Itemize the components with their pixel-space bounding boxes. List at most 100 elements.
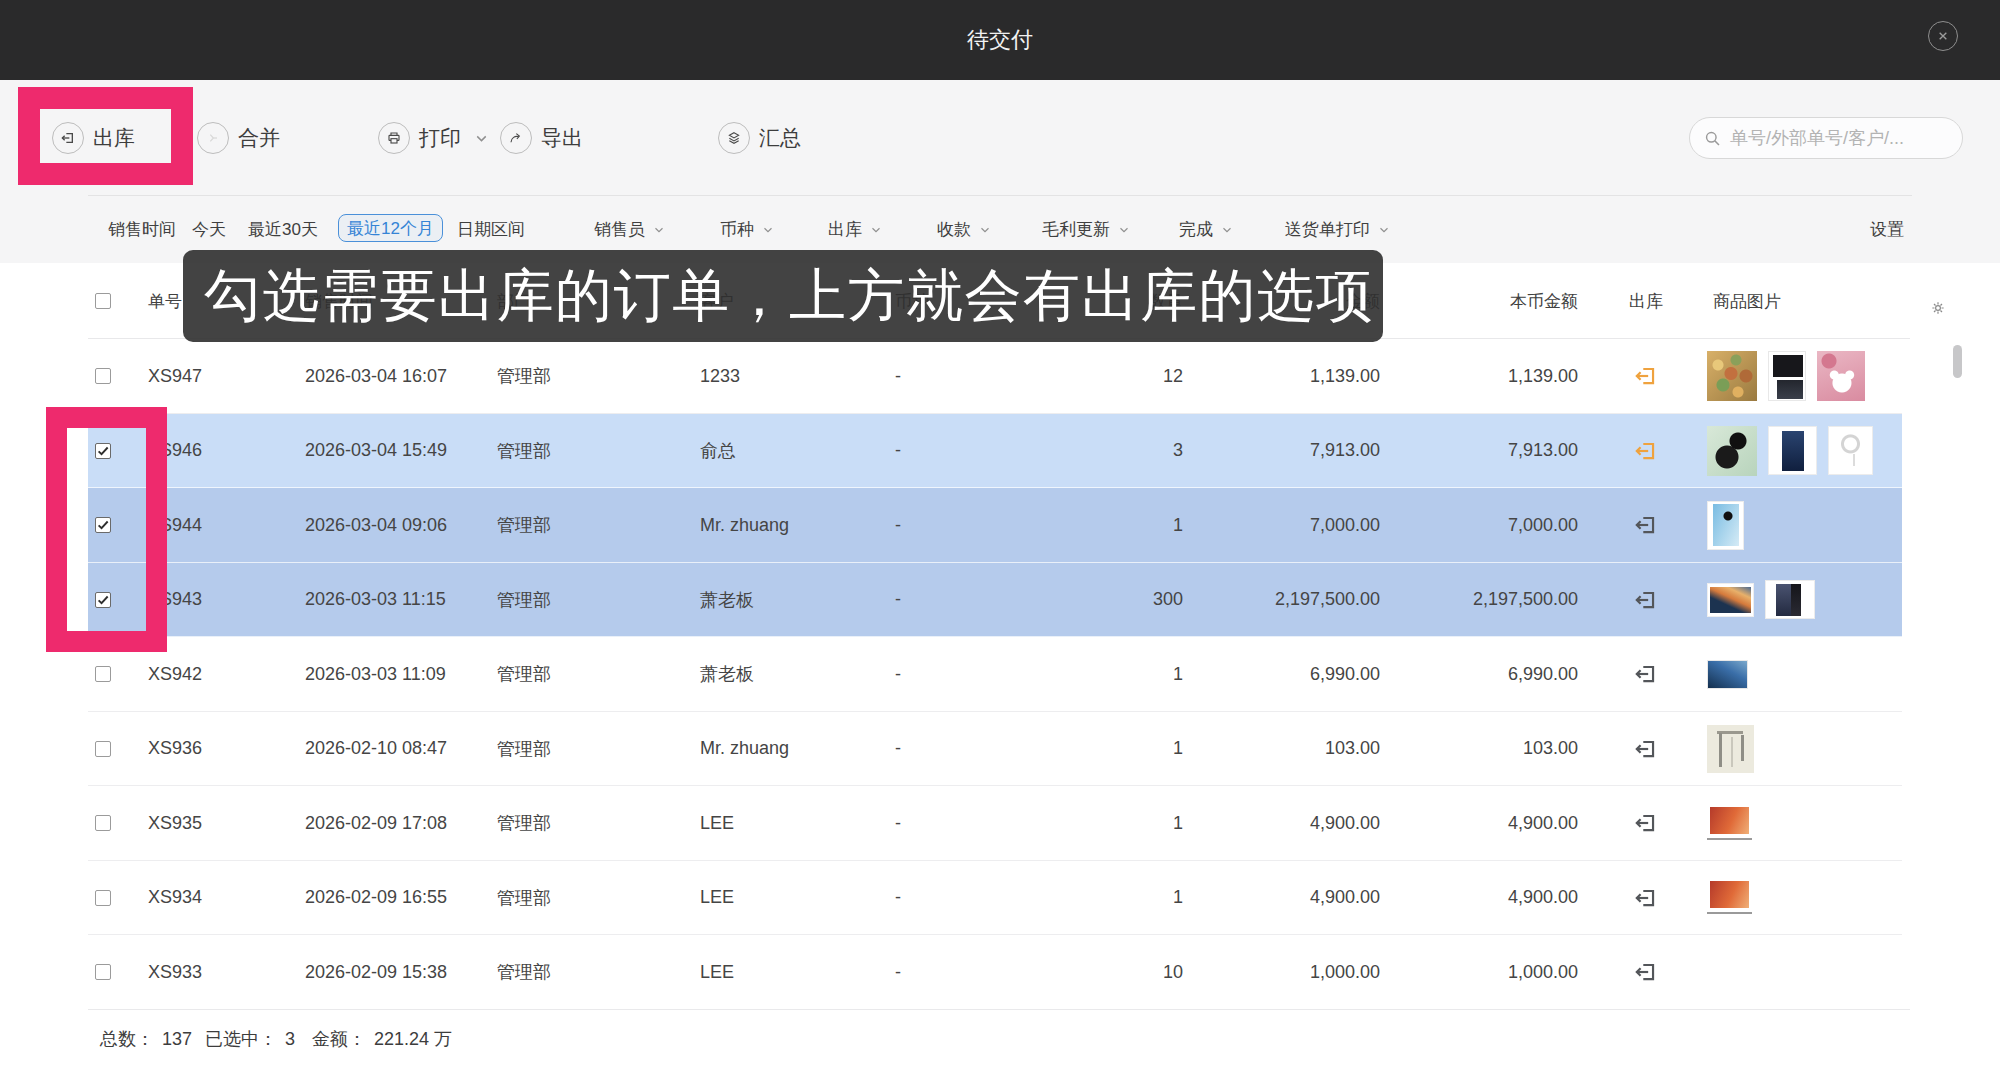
cell-local-amount: 2,197,500.00 <box>1278 563 1578 638</box>
cell-local-amount: 4,900.00 <box>1278 861 1578 936</box>
outbound-action-icon[interactable] <box>1633 712 1659 787</box>
cell-sale-time: 2026-03-04 09:06 <box>305 488 447 563</box>
highlight-rect-checkboxes <box>46 407 167 652</box>
outbound-action-icon[interactable] <box>1633 786 1659 861</box>
cell-customer: LEE <box>700 786 734 861</box>
cell-customer: 萧老板 <box>700 637 754 712</box>
table-row-XS947[interactable]: XS947 2026-03-04 16:07 管理部 1233 - 12 1,1… <box>88 339 1902 414</box>
cell-product-images <box>1707 339 1865 414</box>
cell-product-images <box>1707 414 1873 489</box>
footer-stat-2: 金额：221.24 万 <box>312 1009 452 1070</box>
cell-customer: 1233 <box>700 339 740 414</box>
print-button[interactable]: 打印 <box>378 80 490 196</box>
cell-order-id: XS933 <box>148 935 202 1010</box>
cell-local-amount: 1,000.00 <box>1278 935 1578 1010</box>
filter-label-sales-time: 销售时间 <box>108 196 176 263</box>
close-button[interactable] <box>1928 21 1958 51</box>
cell-local-amount: 1,139.00 <box>1278 339 1578 414</box>
outbound-action-icon[interactable] <box>1633 861 1659 936</box>
footer-stat-1: 已选中：3 <box>205 1009 295 1070</box>
product-image-earbuds-green[interactable] <box>1707 426 1757 476</box>
product-image-tv-blue[interactable] <box>1707 660 1748 689</box>
cell-order-id: XS935 <box>148 786 202 861</box>
product-image-tablet-black-box[interactable] <box>1768 351 1806 401</box>
title-bar: 待交付 <box>0 0 2000 80</box>
product-image-phone-darkblue[interactable] <box>1768 426 1817 475</box>
cell-department: 管理部 <box>497 414 551 489</box>
table-row-XS943[interactable]: XS943 2026-03-03 11:15 管理部 萧老板 - 300 2,1… <box>88 563 1902 638</box>
column-header-8: 出库 <box>1586 263 1706 339</box>
cell-product-images <box>1707 637 1748 712</box>
product-image-phones-dark-pair[interactable] <box>1765 580 1815 619</box>
merge-button[interactable]: 合并 <box>197 80 280 196</box>
chevron-down-icon <box>761 223 775 237</box>
cell-product-images <box>1707 786 1752 861</box>
row-checkbox[interactable] <box>95 666 111 682</box>
cell-local-amount: 6,990.00 <box>1278 637 1578 712</box>
product-image-laptop-red[interactable] <box>1707 881 1752 914</box>
export-icon <box>500 122 532 154</box>
row-checkbox[interactable] <box>95 741 111 757</box>
filter-option-last-12-months[interactable]: 最近12个月 <box>338 214 443 242</box>
cell-sale-time: 2026-03-04 15:49 <box>305 414 447 489</box>
outbound-action-icon[interactable] <box>1633 637 1659 712</box>
tooltip-annotation: 勾选需要出库的订单，上方就会有出库的选项 <box>183 250 1383 342</box>
outbound-action-icon[interactable] <box>1633 414 1659 489</box>
outbound-action-icon[interactable] <box>1633 935 1659 1010</box>
settings-button[interactable]: 设置 <box>1870 196 1904 263</box>
cell-local-amount: 103.00 <box>1278 712 1578 787</box>
outbound-action-icon[interactable] <box>1633 563 1659 638</box>
highlight-rect-outbound-button <box>18 87 193 185</box>
chevron-down-icon <box>1220 223 1234 237</box>
table-row-XS946[interactable]: XS946 2026-03-04 15:49 管理部 俞总 - 3 7,913.… <box>88 414 1902 489</box>
product-image-tv-sunset[interactable] <box>1707 583 1754 617</box>
cell-order-id: XS947 <box>148 339 202 414</box>
cell-sale-time: 2026-03-04 16:07 <box>305 339 447 414</box>
row-checkbox[interactable] <box>95 815 111 831</box>
layers-icon <box>718 122 750 154</box>
product-image-wireless-charger[interactable] <box>1828 426 1873 475</box>
cell-department: 管理部 <box>497 339 551 414</box>
row-checkbox[interactable] <box>95 890 111 906</box>
table-row-XS933[interactable]: XS933 2026-02-09 15:38 管理部 LEE - 10 1,00… <box>88 935 1902 1010</box>
chevron-down-icon <box>652 223 666 237</box>
table-row-XS944[interactable]: XS944 2026-03-04 09:06 管理部 Mr. zhuang - … <box>88 488 1902 563</box>
cell-product-images <box>1707 861 1752 936</box>
cell-customer: 萧老板 <box>700 563 754 638</box>
vertical-scrollbar[interactable] <box>1953 345 1962 378</box>
search-placeholder: 单号/外部单号/客户/... <box>1730 126 1904 150</box>
cell-customer: LEE <box>700 935 734 1010</box>
column-settings-gear-icon[interactable] <box>1930 300 1946 320</box>
cell-sale-time: 2026-03-03 11:15 <box>305 563 446 638</box>
outbound-action-icon[interactable] <box>1633 488 1659 563</box>
product-image-pink-cat-box[interactable] <box>1817 351 1865 401</box>
tooltip-text: 勾选需要出库的订单，上方就会有出库的选项 <box>204 258 1374 335</box>
row-checkbox[interactable] <box>95 368 111 384</box>
cell-department: 管理部 <box>497 935 551 1010</box>
product-image-laptop-red[interactable] <box>1707 807 1752 840</box>
cell-department: 管理部 <box>497 861 551 936</box>
cell-customer: Mr. zhuang <box>700 488 789 563</box>
cell-customer: 俞总 <box>700 414 736 489</box>
pending-delivery-window: 待交付 出库合并打印导出汇总 单号/外部单号/客户/... 销售时间今天最近30… <box>0 0 2000 1070</box>
select-all-checkbox[interactable] <box>95 293 111 309</box>
export-button[interactable]: 导出 <box>500 80 583 196</box>
merge-icon <box>197 122 229 154</box>
cell-sale-time: 2026-03-03 11:09 <box>305 637 446 712</box>
outbound-action-icon[interactable] <box>1633 339 1659 414</box>
table-row-XS942[interactable]: XS942 2026-03-03 11:09 管理部 萧老板 - 1 6,990… <box>88 637 1902 712</box>
cell-product-images <box>1707 712 1754 787</box>
summary-button[interactable]: 汇总 <box>718 80 801 196</box>
table-row-XS934[interactable]: XS934 2026-02-09 16:55 管理部 LEE - 1 4,900… <box>88 861 1902 936</box>
cell-local-amount: 4,900.00 <box>1278 786 1578 861</box>
product-image-phone-lightblue[interactable] <box>1707 501 1744 550</box>
search-input[interactable]: 单号/外部单号/客户/... <box>1689 117 1963 159</box>
table-row-XS935[interactable]: XS935 2026-02-09 17:08 管理部 LEE - 1 4,900… <box>88 786 1902 861</box>
cell-department: 管理部 <box>497 637 551 712</box>
cell-sale-time: 2026-02-09 16:55 <box>305 861 447 936</box>
table-row-XS936[interactable]: XS936 2026-02-10 08:47 管理部 Mr. zhuang - … <box>88 712 1902 787</box>
product-image-nuts-platter[interactable] <box>1707 351 1757 401</box>
chevron-down-icon <box>869 223 883 237</box>
row-checkbox[interactable] <box>95 964 111 980</box>
product-image-shower-set[interactable] <box>1707 725 1754 773</box>
